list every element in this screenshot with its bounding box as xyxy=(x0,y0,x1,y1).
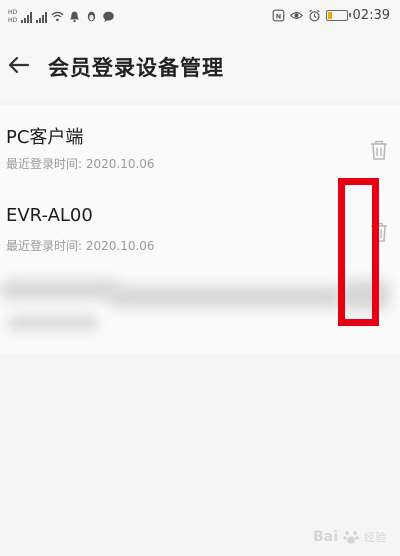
wifi-icon xyxy=(51,11,64,22)
nfc-icon: N xyxy=(272,9,284,22)
status-time: 02:39 xyxy=(352,8,390,23)
watermark: Bai 经验 xyxy=(313,528,386,546)
device-item[interactable]: PC客户端 最近登录时间: 2020.10.06 xyxy=(0,105,400,187)
status-left: HD HD xyxy=(8,9,115,24)
arrow-left-icon[interactable] xyxy=(4,50,34,80)
sim-labels: HD HD xyxy=(8,9,17,24)
battery-icon xyxy=(325,10,351,21)
signal-icon xyxy=(36,11,48,23)
paw-icon xyxy=(343,531,359,544)
alarm-icon xyxy=(308,9,320,22)
device-last-login: 最近登录时间: 2020.10.06 xyxy=(6,239,155,253)
device-name: EVR-AL00 xyxy=(6,205,93,226)
watermark-sub: 经验 xyxy=(364,531,386,544)
penguin-icon xyxy=(87,11,96,22)
status-right: N 02:39 xyxy=(272,8,390,23)
status-bar: HD HD N 02:39 xyxy=(0,0,400,34)
watermark-text: Bai xyxy=(313,529,338,545)
sim2-label: HD xyxy=(8,17,18,24)
sim1-label: HD xyxy=(8,9,18,16)
device-last-login: 最近登录时间: 2020.10.06 xyxy=(6,157,155,171)
battery-level xyxy=(327,12,332,19)
eye-icon xyxy=(289,12,303,19)
app-header: 会员登录设备管理 xyxy=(0,34,400,102)
device-name: PC客户端 xyxy=(6,127,84,148)
bell-icon xyxy=(70,11,80,23)
page-title: 会员登录设备管理 xyxy=(48,56,224,80)
signal-icon xyxy=(21,11,33,23)
svg-text:N: N xyxy=(275,12,280,20)
empty-area xyxy=(0,355,400,556)
chat-icon xyxy=(103,11,114,23)
highlight-box xyxy=(338,178,379,326)
trash-icon[interactable] xyxy=(366,137,392,163)
